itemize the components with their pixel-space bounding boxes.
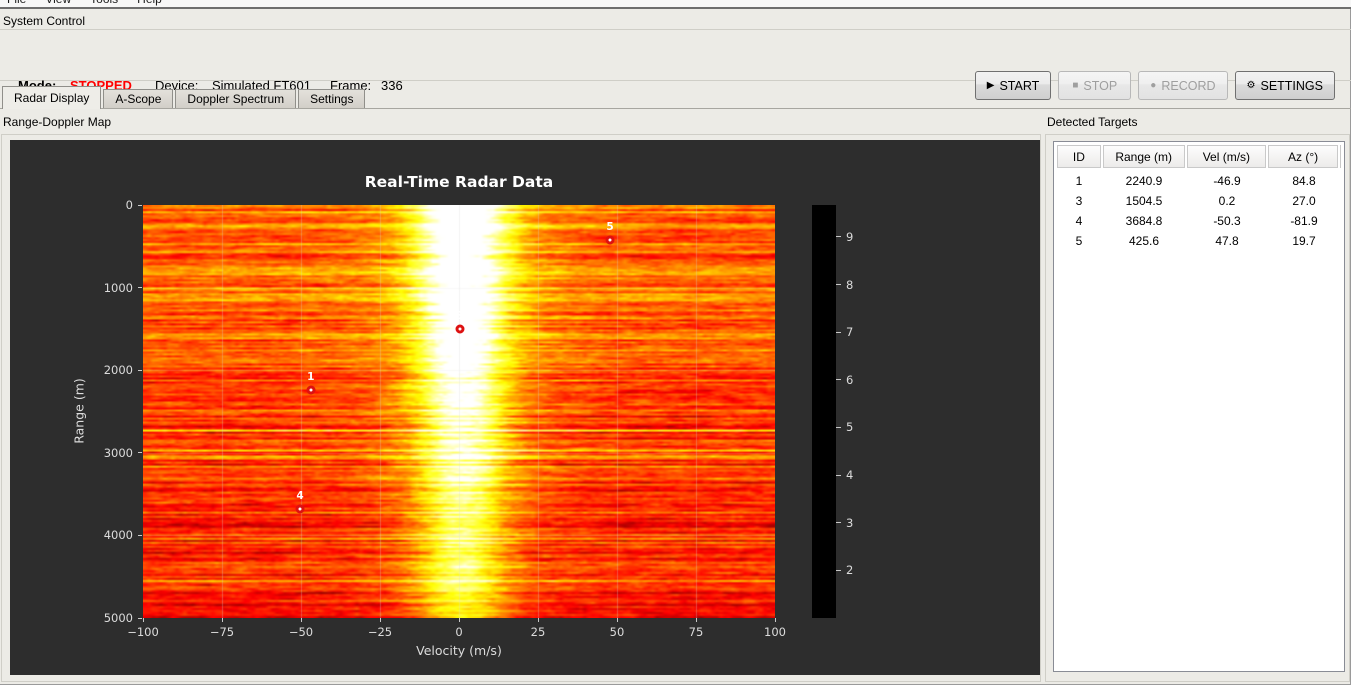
x-tick-mark — [695, 618, 697, 622]
detected-targets-group-label: Detected Targets — [1047, 115, 1138, 129]
colorbar-tick-mark — [836, 569, 841, 571]
x-tick-label: 25 — [530, 625, 546, 639]
x-tick-label: 0 — [455, 625, 463, 639]
table-row[interactable]: 4 3684.8 -50.3 -81.9 — [1057, 211, 1341, 231]
colorbar-tick-mark — [836, 379, 841, 381]
table-row[interactable]: 1 2240.9 -46.9 84.8 — [1057, 171, 1341, 191]
colorbar-tick-mark — [836, 522, 841, 524]
col-header-range[interactable]: Range (m) — [1102, 145, 1185, 168]
targets-table-header: ID Range (m) Vel (m/s) Az (°) — [1057, 145, 1341, 168]
colorbar-tick-mark — [836, 284, 841, 286]
target-marker-label: 5 — [606, 221, 614, 234]
y-tick-mark — [138, 369, 142, 371]
table-row[interactable]: 5 425.6 47.8 19.7 — [1057, 231, 1341, 251]
x-tick-label: 50 — [609, 625, 625, 639]
table-row[interactable]: 3 1504.5 0.2 27.0 — [1057, 191, 1341, 211]
colorbar-tick-label: 9 — [846, 229, 854, 244]
system-control-group: Mode: STOPPED Device: Simulated FT601 Fr… — [0, 29, 1351, 100]
menu-file[interactable]: File — [7, 0, 26, 6]
tab-settings[interactable]: Settings — [298, 89, 366, 108]
x-tick-label: 100 — [764, 625, 786, 639]
colorbar-tick-mark — [836, 474, 841, 476]
range-doppler-group-label: Range-Doppler Map — [3, 115, 112, 129]
tab-a-scope[interactable]: A-Scope — [103, 89, 174, 108]
colorbar-tick-mark — [836, 426, 841, 428]
colorbar-tick-label: 7 — [846, 325, 854, 340]
radar-figure: Real-Time Radar Data Range (m) Velocity … — [10, 140, 1040, 675]
colorbar — [812, 205, 836, 618]
x-tick-mark — [537, 618, 539, 622]
y-tick-mark — [138, 287, 142, 289]
colorbar-tick-mark — [836, 236, 841, 238]
y-tick-label: 5000 — [103, 611, 133, 625]
tab-radar-display[interactable]: Radar Display — [2, 86, 102, 109]
range-doppler-heatmap[interactable] — [143, 205, 775, 618]
menu-tools[interactable]: Tools — [90, 0, 118, 6]
colorbar-tick-label: 4 — [846, 468, 854, 483]
menu-view[interactable]: View — [45, 0, 71, 6]
x-tick-mark — [458, 618, 460, 622]
target-marker-label: 1 — [307, 371, 315, 384]
y-axis-label: Range (m) — [71, 378, 87, 444]
system-control-group-label: System Control — [3, 14, 86, 28]
x-tick-mark — [616, 618, 618, 622]
y-tick-mark — [138, 204, 142, 206]
tab-bar: Radar Display A-Scope Doppler Spectrum S… — [0, 86, 1351, 109]
menu-bar: File View Tools Help — [0, 0, 1351, 9]
colorbar-tick-label: 5 — [846, 420, 854, 435]
target-marker[interactable] — [295, 504, 305, 514]
col-header-id[interactable]: ID — [1057, 145, 1101, 168]
y-tick-mark — [138, 617, 142, 619]
col-header-filler — [1340, 145, 1341, 168]
colorbar-tick-label: 6 — [846, 372, 854, 387]
y-tick-label: 2000 — [103, 363, 133, 378]
colorbar-tick-label: 2 — [846, 563, 854, 578]
y-tick-label: 1000 — [103, 280, 133, 295]
targets-table: ID Range (m) Vel (m/s) Az (°) 1 2240.9 -… — [1053, 141, 1345, 672]
target-marker[interactable] — [605, 235, 615, 245]
targets-table-body: 1 2240.9 -46.9 84.8 3 1504.5 0.2 27.0 4 … — [1057, 171, 1341, 251]
chart-title: Real-Time Radar Data — [364, 173, 554, 191]
y-tick-label: 3000 — [103, 445, 133, 460]
x-tick-mark — [221, 618, 223, 622]
target-marker[interactable] — [306, 385, 316, 395]
y-tick-label: 4000 — [103, 528, 133, 543]
x-tick-label: −50 — [288, 625, 314, 639]
col-header-az[interactable]: Az (°) — [1268, 145, 1338, 168]
radar-app-window: File View Tools Help System Control Mode… — [0, 0, 1351, 685]
col-header-vel[interactable]: Vel (m/s) — [1186, 145, 1267, 168]
menu-help[interactable]: Help — [137, 0, 162, 6]
target-marker[interactable] — [455, 324, 465, 334]
x-tick-mark — [300, 618, 302, 622]
x-tick-label: −100 — [127, 625, 159, 639]
x-tick-mark — [379, 618, 381, 622]
y-tick-mark — [138, 452, 142, 454]
x-tick-label: −25 — [367, 625, 393, 639]
colorbar-tick-label: 3 — [846, 515, 854, 530]
colorbar-tick-label: 8 — [846, 277, 854, 292]
y-tick-mark — [138, 534, 142, 536]
tab-doppler-spectrum[interactable]: Doppler Spectrum — [175, 89, 297, 108]
x-tick-mark — [142, 618, 144, 622]
x-axis-label: Velocity (m/s) — [416, 643, 502, 658]
x-tick-mark — [774, 618, 776, 622]
x-tick-label: −75 — [209, 625, 235, 639]
target-marker-label: 3 — [455, 310, 464, 323]
x-tick-label: 75 — [688, 625, 704, 639]
target-marker-label: 4 — [296, 490, 304, 503]
colorbar-tick-mark — [836, 331, 841, 333]
y-tick-label: 0 — [125, 198, 133, 212]
